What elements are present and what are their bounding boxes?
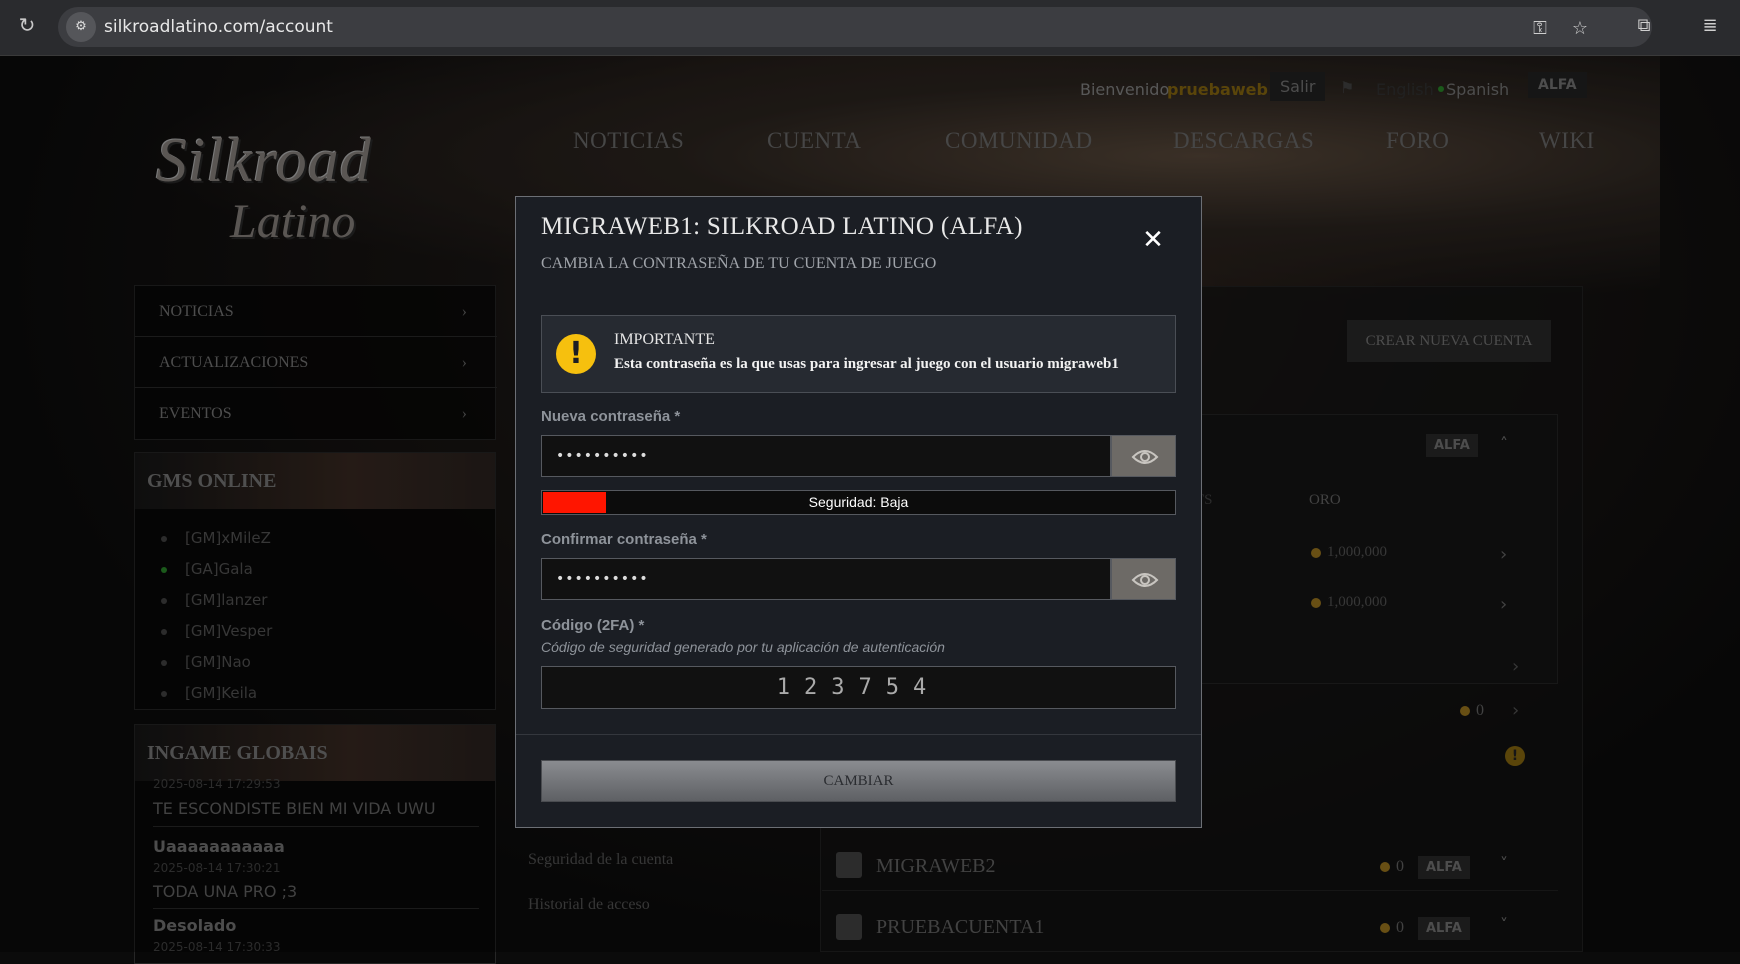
extensions-icon[interactable]: ⧉ (1632, 14, 1656, 38)
toggle-password-visibility-button[interactable] (1111, 435, 1176, 477)
notice-text: Esta contraseña es la que usas para ingr… (614, 356, 1119, 372)
code-2fa-hint: Código de seguridad generado por tu apli… (541, 639, 945, 655)
modal-subtitle: CAMBIA LA CONTRASEÑA DE TU CUENTA DE JUE… (541, 255, 937, 272)
new-password-input[interactable]: •••••••••• (541, 435, 1111, 477)
modal-title: MIGRAWEB1: SILKROAD LATINO (ALFA) (541, 213, 1023, 240)
new-password-label: Nueva contraseña * (541, 408, 681, 425)
change-password-modal: MIGRAWEB1: SILKROAD LATINO (ALFA) CAMBIA… (515, 196, 1202, 828)
site-info-icon[interactable]: ⚙ (66, 12, 96, 42)
reading-list-icon[interactable]: ≣ (1698, 14, 1722, 38)
toggle-confirm-visibility-button[interactable] (1111, 558, 1176, 600)
address-bar[interactable]: ⚙ silkroadlatino.com/account ⚿ ☆ (58, 7, 1652, 47)
confirm-password-input[interactable]: •••••••••• (541, 558, 1111, 600)
warning-icon: ! (556, 334, 596, 374)
confirm-password-label: Confirmar contraseña * (541, 531, 707, 548)
strength-text: Seguridad: Baja (808, 494, 909, 510)
code-2fa-label: Código (2FA) * (541, 617, 645, 634)
modal-divider (516, 734, 1201, 735)
url-text[interactable]: silkroadlatino.com/account (104, 7, 333, 47)
browser-toolbar: ↻ ⚙ silkroadlatino.com/account ⚿ ☆ ⧉ ≣ (0, 0, 1740, 56)
change-password-button[interactable]: CAMBIAR (541, 760, 1176, 802)
eye-icon (1131, 450, 1159, 464)
close-icon[interactable]: ✕ (1140, 227, 1166, 253)
notice-title: IMPORTANTE (614, 331, 715, 348)
reload-icon[interactable]: ↻ (16, 14, 38, 36)
bookmark-star-icon[interactable]: ☆ (1568, 17, 1592, 41)
password-strength-meter: Seguridad: Baja (541, 490, 1176, 515)
eye-icon (1131, 573, 1159, 587)
code-2fa-input[interactable]: 123754 (541, 666, 1176, 709)
important-notice: ! IMPORTANTE Esta contraseña es la que u… (541, 315, 1176, 393)
password-key-icon[interactable]: ⚿ (1528, 17, 1552, 41)
